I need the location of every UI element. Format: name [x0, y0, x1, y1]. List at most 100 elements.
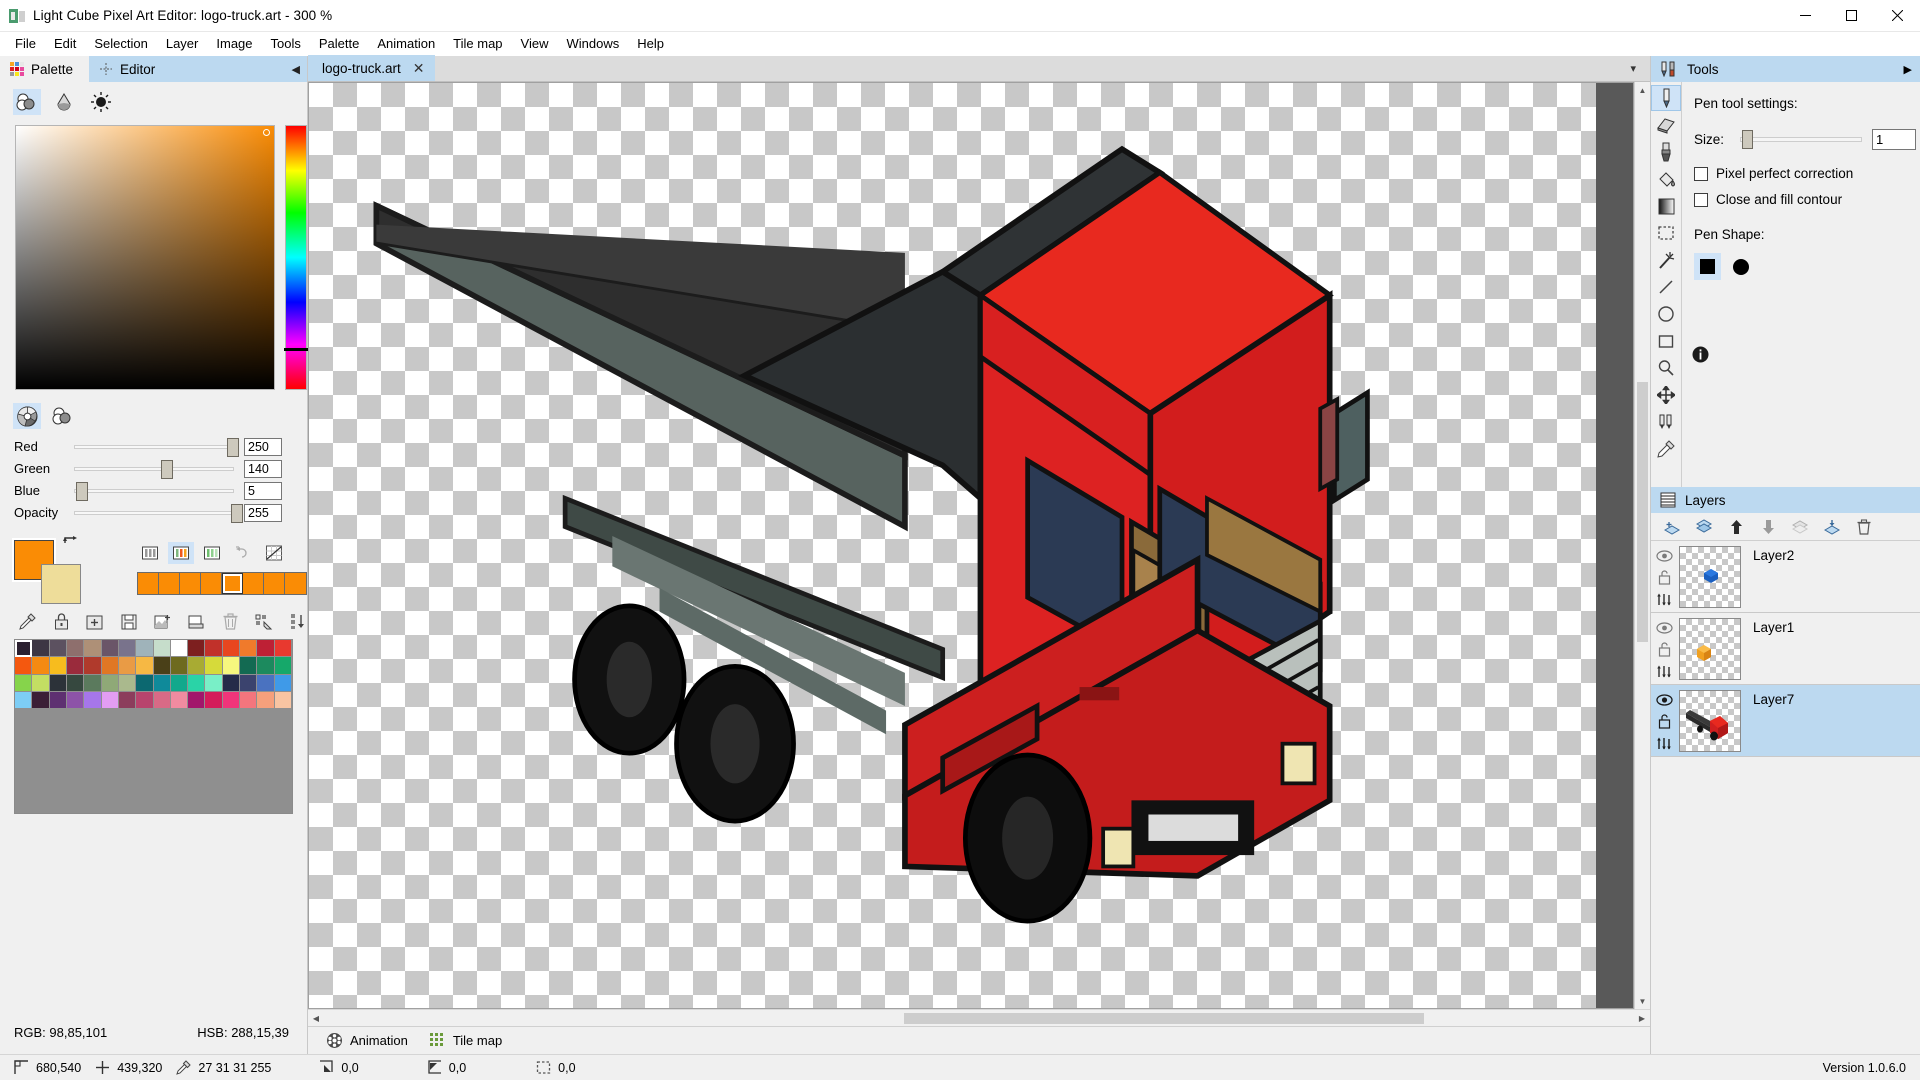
background-color-swatch[interactable] [41, 564, 81, 604]
minimize-button[interactable] [1782, 0, 1828, 32]
palette-empty-slot[interactable] [223, 779, 240, 796]
ramp-curve-icon[interactable] [261, 542, 287, 564]
ellipse-tool-icon[interactable] [1651, 301, 1681, 327]
palette-swatch[interactable] [102, 657, 119, 674]
palette-swatch[interactable] [15, 675, 32, 692]
color-circles-alt-icon[interactable] [49, 403, 77, 429]
brush-tool-icon[interactable] [1651, 139, 1681, 165]
eye-visibility-icon[interactable] [1656, 622, 1673, 634]
palette-empty-slot[interactable] [102, 779, 119, 796]
palette-empty-slot[interactable] [275, 796, 292, 813]
palette-empty-slot[interactable] [257, 779, 274, 796]
palette-empty-slot[interactable] [223, 744, 240, 761]
menu-windows[interactable]: Windows [558, 33, 629, 55]
palette-empty-slot[interactable] [205, 796, 222, 813]
palette-swatch[interactable] [223, 657, 240, 674]
canvas-vertical-scrollbar[interactable]: ▲ ▼ [1634, 82, 1650, 1009]
round-pen-shape-icon[interactable] [1727, 253, 1754, 280]
palette-swatch[interactable] [136, 657, 153, 674]
palette-swatch[interactable] [15, 657, 32, 674]
palette-empty-slot[interactable] [102, 744, 119, 761]
arrange-colors-icon[interactable] [288, 612, 307, 631]
palette-empty-slot[interactable] [171, 744, 188, 761]
delete-color-icon[interactable] [221, 612, 240, 631]
palette-empty-slot[interactable] [15, 709, 32, 726]
palette-swatch[interactable] [188, 692, 205, 709]
palette-empty-slot[interactable] [84, 709, 101, 726]
green-slider-track[interactable] [74, 467, 234, 471]
palette-empty-slot[interactable] [50, 744, 67, 761]
layer-thumbnail[interactable] [1679, 546, 1741, 608]
palette-empty-slot[interactable] [275, 779, 292, 796]
palette-swatch[interactable] [136, 675, 153, 692]
close-fill-contour-checkbox[interactable] [1694, 193, 1708, 207]
duplicate-layer-icon[interactable] [1695, 518, 1713, 536]
palette-swatch[interactable] [275, 640, 292, 657]
palette-swatch[interactable] [32, 675, 49, 692]
hue-cursor[interactable] [284, 348, 310, 351]
palette-swatch[interactable] [154, 657, 171, 674]
palette-empty-slot[interactable] [257, 709, 274, 726]
layer-thumbnail[interactable] [1679, 690, 1741, 752]
palette-empty-slot[interactable] [67, 779, 84, 796]
menu-help[interactable]: Help [628, 33, 673, 55]
palette-color-grid[interactable] [15, 640, 292, 813]
palette-empty-slot[interactable] [223, 709, 240, 726]
palette-empty-slot[interactable] [205, 709, 222, 726]
palette-empty-slot[interactable] [136, 709, 153, 726]
ramp-swatch[interactable] [285, 573, 306, 594]
palette-swatch[interactable] [67, 640, 84, 657]
palette-empty-slot[interactable] [257, 761, 274, 778]
palette-empty-slot[interactable] [67, 727, 84, 744]
palette-empty-slot[interactable] [67, 709, 84, 726]
palette-empty-slot[interactable] [102, 709, 119, 726]
alpha-lock-icon[interactable] [1656, 737, 1672, 750]
palette-empty-slot[interactable] [32, 796, 49, 813]
merge-layer-icon[interactable] [1791, 518, 1809, 536]
palette-swatch[interactable] [240, 657, 257, 674]
scroll-up-arrow[interactable]: ▲ [1635, 82, 1650, 98]
duplicate-color-icon[interactable] [187, 612, 206, 631]
blue-slider-thumb[interactable] [76, 482, 88, 501]
alpha-lock-icon[interactable] [1656, 593, 1672, 606]
scroll-down-arrow[interactable]: ▼ [1635, 993, 1650, 1009]
palette-swatch[interactable] [102, 692, 119, 709]
palette-empty-slot[interactable] [119, 709, 136, 726]
palette-swatch[interactable] [119, 640, 136, 657]
eye-visibility-icon[interactable] [1656, 694, 1673, 706]
palette-empty-slot[interactable] [188, 744, 205, 761]
info-icon[interactable] [1692, 346, 1916, 366]
palette-empty-slot[interactable] [188, 727, 205, 744]
opacity-slider-thumb[interactable] [231, 504, 243, 523]
ramp-mode-3-icon[interactable] [199, 542, 225, 564]
palette-empty-slot[interactable] [188, 709, 205, 726]
pixel-perfect-checkbox[interactable] [1694, 167, 1708, 181]
artwork-truck[interactable] [309, 83, 1633, 1008]
palette-swatch[interactable] [257, 657, 274, 674]
ramp-swatch[interactable] [180, 573, 201, 594]
opacity-slider-track[interactable] [74, 511, 234, 515]
move-layer-up-icon[interactable] [1727, 518, 1745, 536]
scroll-right-arrow[interactable]: ▶ [1634, 1010, 1650, 1026]
palette-swatch[interactable] [50, 657, 67, 674]
color-ramp-strip[interactable] [137, 572, 307, 595]
palette-swatch[interactable] [223, 640, 240, 657]
palette-swatch[interactable] [67, 692, 84, 709]
color-circles-icon[interactable] [13, 89, 41, 115]
menu-tile-map[interactable]: Tile map [444, 33, 511, 55]
palette-empty-slot[interactable] [223, 796, 240, 813]
ramp-mode-2-icon[interactable] [168, 542, 194, 564]
ramp-swatch[interactable] [138, 573, 159, 594]
color-replace-tool-icon[interactable] [1651, 409, 1681, 435]
palette-swatch[interactable] [171, 692, 188, 709]
eye-visibility-icon[interactable] [1656, 550, 1673, 562]
palette-empty-slot[interactable] [205, 727, 222, 744]
palette-empty-slot[interactable] [240, 727, 257, 744]
palette-swatch-selected[interactable] [15, 640, 32, 657]
palette-swatch[interactable] [84, 640, 101, 657]
palette-empty-slot[interactable] [50, 796, 67, 813]
palette-empty-slot[interactable] [154, 796, 171, 813]
palette-swatch[interactable] [188, 640, 205, 657]
table-row[interactable]: Layer2 [1651, 541, 1920, 613]
palette-empty-slot[interactable] [136, 727, 153, 744]
